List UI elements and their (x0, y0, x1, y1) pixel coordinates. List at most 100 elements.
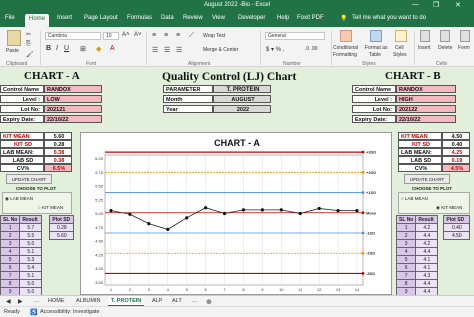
sheet-tab-t-protein[interactable]: T. PROTEIN (108, 296, 145, 306)
year-value[interactable]: 2022 (213, 105, 271, 113)
delete-cells-icon[interactable] (440, 30, 450, 42)
format-as-table-label[interactable]: Format as (365, 45, 388, 51)
cell-sl[interactable]: 5 (0, 255, 21, 264)
sheet-tab-alp[interactable]: ALP (152, 298, 162, 304)
tab-view[interactable]: View (212, 15, 225, 21)
cell-result-b[interactable]: 4.4 (415, 279, 439, 288)
next-sheet-icon[interactable]: ▶ (18, 298, 23, 305)
cell-result-b[interactable]: 4.4 (415, 231, 439, 240)
cell-sl-b[interactable]: 4 (395, 247, 417, 256)
cell-sl-b[interactable]: 3 (395, 239, 417, 248)
insert-cells-button[interactable]: Insert (418, 45, 431, 51)
kit-mean-value-b[interactable]: 4.50 (442, 132, 470, 140)
shrink-font-icon[interactable]: A˅ (134, 32, 142, 38)
currency-icon[interactable]: $ ▾ % , (266, 46, 284, 53)
grow-font-icon[interactable]: A˄ (122, 32, 130, 38)
cell-plot[interactable]: 5.60 (49, 231, 75, 240)
parameter-value[interactable]: T. PROTEIN (213, 85, 271, 93)
level-value-b[interactable]: HIGH (396, 95, 456, 103)
delete-cells-button[interactable]: Delete (438, 45, 452, 51)
kit-mean-value[interactable]: 5.60 (44, 132, 72, 140)
cell-result-b[interactable]: 4.2 (415, 223, 439, 232)
cell-styles-label-2[interactable]: Styles (393, 52, 407, 58)
lab-mean-radio-b[interactable]: ○ LAB MEAN (401, 196, 428, 201)
conditional-formatting-icon[interactable] (340, 30, 352, 42)
align-right-icon[interactable]: ☰ (176, 46, 182, 54)
lot-no-value[interactable]: 202121 (44, 105, 102, 113)
font-color-icon[interactable]: A (110, 45, 115, 52)
cell-sl[interactable]: 4 (0, 247, 21, 256)
conditional-formatting-label-2[interactable]: Formatting (333, 52, 357, 58)
font-name-select[interactable]: Cambria (45, 32, 101, 40)
tell-me-search[interactable]: Tell me what you want to do (352, 15, 426, 21)
cell-plot[interactable] (50, 264, 74, 272)
cell-plot[interactable] (50, 240, 74, 248)
cell-result-b[interactable]: 4.1 (415, 263, 439, 272)
level-value[interactable]: LOW (44, 95, 102, 103)
month-value[interactable]: AUGUST (213, 95, 271, 103)
cell-result-b[interactable]: 4.2 (415, 239, 439, 248)
ellipsis-icon[interactable]: … (34, 298, 40, 304)
cut-icon[interactable]: ✂ (26, 31, 31, 38)
cell-result[interactable]: 5.0 (19, 239, 43, 248)
cell-result-b[interactable]: 4.3 (415, 271, 439, 280)
tab-file[interactable]: File (5, 15, 15, 21)
tab-insert[interactable]: Insert (57, 15, 72, 21)
wrap-text-button[interactable]: Wrap Text (203, 33, 225, 39)
accessibility-icon[interactable]: ♿ (30, 309, 37, 316)
sheet-tab-albumin[interactable]: ALBUMIN (76, 298, 100, 304)
expiry-date-value-b[interactable]: 22/10/22 (396, 115, 456, 123)
update-chart-button-b[interactable]: UPDATE CHART (404, 174, 450, 184)
align-left-icon[interactable]: ☰ (152, 46, 158, 54)
cell-plot-b[interactable]: 0.40 (443, 223, 471, 232)
cell-styles-label[interactable]: Cell (395, 45, 404, 51)
control-name-value[interactable]: RANDOX (44, 85, 102, 93)
cell-plot[interactable] (50, 248, 74, 256)
cell-plot-b[interactable] (444, 248, 470, 256)
cell-result[interactable]: 5.4 (19, 263, 43, 272)
merge-center-button[interactable]: Merge & Center (203, 47, 238, 53)
lab-sd-value-b[interactable]: 0.19 (442, 156, 470, 164)
clipboard-icon[interactable] (7, 30, 21, 46)
kit-sd-value-b[interactable]: 0.40 (442, 140, 470, 148)
status-accessibility[interactable]: Accessibility: Investigate (40, 309, 100, 315)
cell-plot[interactable] (50, 280, 74, 288)
italic-icon[interactable]: I (56, 45, 58, 52)
cell-plot[interactable]: 0.28 (49, 223, 75, 232)
minimize-icon[interactable]: — (412, 1, 419, 8)
number-format-select[interactable]: General (265, 32, 325, 40)
cell-result-b[interactable]: 4.1 (415, 255, 439, 264)
align-middle-icon[interactable]: ≡ (164, 32, 168, 39)
cell-result[interactable]: 5.1 (19, 271, 43, 280)
update-chart-button[interactable]: UPDATE CHART (6, 174, 52, 184)
font-size-select[interactable]: 10 (103, 32, 119, 40)
bold-icon[interactable]: B (46, 45, 51, 52)
tab-developer[interactable]: Developer (238, 15, 265, 21)
cv-value[interactable]: 6.5% (44, 164, 72, 172)
cell-styles-icon[interactable] (395, 30, 407, 42)
conditional-formatting-label[interactable]: Conditional (333, 45, 358, 51)
add-sheet-icon[interactable]: ⊕ (206, 298, 212, 306)
lot-no-value-b[interactable]: 202122 (396, 105, 456, 113)
sheet-tab-home[interactable]: HOME (48, 298, 65, 304)
cell-plot-b[interactable] (444, 256, 470, 264)
align-bottom-icon[interactable]: ≡ (176, 32, 180, 39)
cell-plot-b[interactable] (444, 240, 470, 248)
cell-plot-b[interactable] (444, 272, 470, 280)
prev-sheet-icon[interactable]: ◀ (6, 298, 11, 305)
kit-mean-radio-b[interactable]: ◉ KIT MEAN (436, 205, 462, 211)
copy-icon[interactable]: ⎘ (26, 41, 31, 48)
cell-sl-b[interactable]: 2 (395, 231, 417, 240)
restore-icon[interactable]: ❐ (433, 1, 439, 9)
format-as-table-label-2[interactable]: Table (369, 52, 381, 58)
tab-home[interactable]: Home (25, 14, 50, 27)
orientation-icon[interactable]: ⟋ (189, 32, 194, 40)
tab-help[interactable]: Help (277, 15, 289, 21)
chart-area[interactable]: CHART - A 6.25 5.75 5.50 5.25 5.00 4.75 4.50 4.2… (80, 132, 392, 295)
format-as-table-icon[interactable] (370, 30, 382, 42)
cell-sl-b[interactable]: 8 (395, 279, 417, 288)
cell-sl[interactable]: 3 (0, 239, 21, 248)
borders-icon[interactable]: ⊞ (80, 45, 86, 53)
cell-plot[interactable] (50, 256, 74, 264)
cell-result[interactable]: 5.5 (19, 231, 43, 240)
